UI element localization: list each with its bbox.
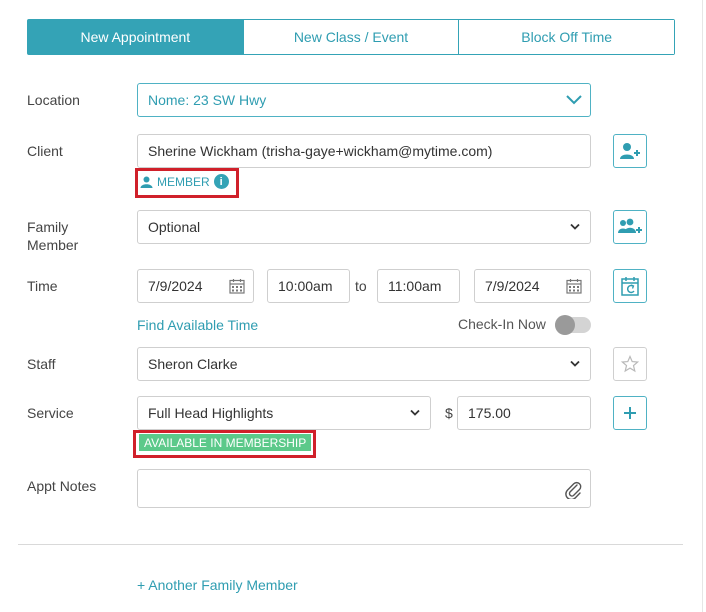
start-time-value: 10:00am (278, 278, 333, 294)
calendar-icon (566, 279, 582, 294)
client-input[interactable]: Sherine Wickham (trisha-gaye+wickham@myt… (137, 134, 591, 168)
favorite-staff-button[interactable] (613, 347, 647, 381)
member-badge-label: MEMBER (157, 174, 210, 189)
client-label: Client (27, 143, 63, 159)
scrollbar-edge (702, 0, 706, 612)
recurring-calendar-button[interactable] (613, 269, 647, 303)
add-another-family-member-link[interactable]: + Another Family Member (137, 577, 298, 593)
service-select[interactable]: Full Head Highlights (137, 396, 431, 430)
family-label-line1: Family (27, 219, 69, 235)
member-badge: MEMBER i (140, 174, 229, 189)
chevron-down-icon (566, 95, 582, 105)
location-select[interactable]: Nome: 23 SW Hwy (137, 83, 591, 117)
add-service-button[interactable] (613, 396, 647, 430)
start-time-input[interactable]: 10:00am (267, 269, 350, 303)
tab-new-class-event[interactable]: New Class / Event (242, 20, 459, 54)
check-in-toggle[interactable] (555, 315, 591, 335)
currency-symbol: $ (445, 405, 453, 421)
appointment-type-tabs: New Appointment New Class / Event Block … (27, 19, 675, 55)
chevron-down-icon (410, 409, 420, 416)
add-client-button[interactable] (613, 134, 647, 168)
plus-icon (624, 407, 636, 419)
start-date-input[interactable]: 7/9/2024 (137, 269, 254, 303)
divider (18, 544, 683, 545)
chevron-down-icon (570, 223, 580, 230)
chevron-down-icon (570, 360, 580, 367)
service-value: Full Head Highlights (148, 405, 274, 421)
price-input[interactable]: 175.00 (457, 396, 591, 430)
appt-notes-textarea[interactable] (137, 469, 591, 508)
check-in-now-label: Check-In Now (458, 316, 546, 332)
add-family-member-button[interactable] (613, 210, 647, 244)
time-to-label: to (355, 278, 367, 294)
staff-value: Sheron Clarke (148, 356, 238, 372)
family-label-line2: Member (27, 237, 79, 253)
end-time-value: 11:00am (388, 278, 442, 294)
star-icon (621, 355, 639, 373)
appt-notes-label: Appt Notes (27, 478, 97, 494)
location-label: Location (27, 92, 80, 108)
location-value: Nome: 23 SW Hwy (148, 92, 267, 108)
client-value: Sherine Wickham (trisha-gaye+wickham@myt… (148, 143, 493, 159)
staff-select[interactable]: Sheron Clarke (137, 347, 591, 381)
calendar-icon (229, 279, 245, 294)
time-label: Time (27, 278, 58, 294)
service-label: Service (27, 405, 74, 421)
family-member-label: Family Member (27, 218, 78, 254)
add-group-icon (618, 218, 642, 233)
tab-block-off-time[interactable]: Block Off Time (458, 20, 675, 54)
add-user-icon (620, 143, 640, 159)
end-date-value: 7/9/2024 (485, 278, 540, 294)
family-member-value: Optional (148, 219, 201, 235)
paperclip-icon[interactable] (564, 479, 582, 499)
staff-label: Staff (27, 356, 56, 372)
start-date-value: 7/9/2024 (148, 278, 203, 294)
end-date-input[interactable]: 7/9/2024 (474, 269, 591, 303)
toggle-knob (555, 315, 575, 335)
end-time-input[interactable]: 11:00am (377, 269, 460, 303)
tab-new-appointment[interactable]: New Appointment (28, 20, 243, 54)
find-available-time-link[interactable]: Find Available Time (137, 317, 258, 333)
available-in-membership-badge: AVAILABLE IN MEMBERSHIP (139, 434, 312, 451)
info-icon[interactable]: i (213, 174, 229, 189)
calendar-repeat-icon (621, 277, 639, 296)
family-member-select[interactable]: Optional (137, 210, 591, 244)
price-value: 175.00 (468, 405, 511, 421)
user-icon (140, 176, 153, 188)
